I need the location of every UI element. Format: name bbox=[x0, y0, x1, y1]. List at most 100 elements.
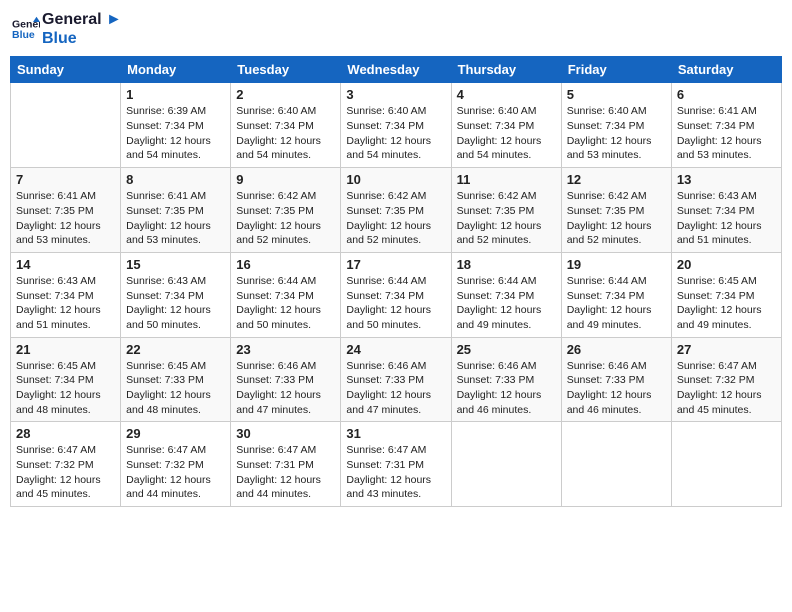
day-info: Sunrise: 6:44 AM Sunset: 7:34 PM Dayligh… bbox=[457, 274, 556, 333]
day-info: Sunrise: 6:45 AM Sunset: 7:34 PM Dayligh… bbox=[677, 274, 776, 333]
day-info: Sunrise: 6:39 AM Sunset: 7:34 PM Dayligh… bbox=[126, 104, 225, 163]
calendar-cell bbox=[11, 83, 121, 168]
week-row-1: 7Sunrise: 6:41 AM Sunset: 7:35 PM Daylig… bbox=[11, 168, 782, 253]
day-number: 31 bbox=[346, 426, 445, 441]
calendar-cell: 18 Sunrise: 6:44 AM Sunset: 7:34 PM Dayli… bbox=[451, 252, 561, 337]
day-number: 17 bbox=[346, 257, 445, 272]
col-header-tuesday: Tuesday bbox=[231, 57, 341, 83]
calendar-cell bbox=[451, 422, 561, 507]
day-info: Sunrise: 6:42 AM Sunset: 7:35 PM Dayligh… bbox=[236, 189, 335, 248]
calendar-cell: 17Sunrise: 6:44 AM Sunset: 7:34 PM Dayli… bbox=[341, 252, 451, 337]
calendar-cell: 12Sunrise: 6:42 AM Sunset: 7:35 PM Dayli… bbox=[561, 168, 671, 253]
day-info: Sunrise: 6:40 AM Sunset: 7:34 PM Dayligh… bbox=[457, 104, 556, 163]
day-info: Sunrise: 6:43 AM Sunset: 7:34 PM Dayligh… bbox=[126, 274, 225, 333]
day-number: 25 bbox=[457, 342, 556, 357]
day-number: 29 bbox=[126, 426, 225, 441]
calendar-cell: 11 Sunrise: 6:42 AM Sunset: 7:35 PM Dayli… bbox=[451, 168, 561, 253]
calendar-cell: 1Sunrise: 6:39 AM Sunset: 7:34 PM Daylig… bbox=[121, 83, 231, 168]
day-info: Sunrise: 6:46 AM Sunset: 7:33 PM Dayligh… bbox=[457, 359, 556, 418]
col-header-thursday: Thursday bbox=[451, 57, 561, 83]
day-number: 13 bbox=[677, 172, 776, 187]
day-info: Sunrise: 6:43 AM Sunset: 7:34 PM Dayligh… bbox=[16, 274, 115, 333]
calendar-cell: 22 Sunrise: 6:45 AM Sunset: 7:33 PM Dayli… bbox=[121, 337, 231, 422]
day-info: Sunrise: 6:40 AM Sunset: 7:34 PM Dayligh… bbox=[236, 104, 335, 163]
day-number: 9 bbox=[236, 172, 335, 187]
calendar-cell: 2 Sunrise: 6:40 AM Sunset: 7:34 PM Daylig… bbox=[231, 83, 341, 168]
week-row-4: 28 Sunrise: 6:47 AM Sunset: 7:32 PM Dayli… bbox=[11, 422, 782, 507]
day-number: 27 bbox=[677, 342, 776, 357]
day-number: 2 bbox=[236, 87, 335, 102]
calendar-cell: 23 Sunrise: 6:46 AM Sunset: 7:33 PM Dayli… bbox=[231, 337, 341, 422]
day-number: 19 bbox=[567, 257, 666, 272]
calendar-cell bbox=[561, 422, 671, 507]
day-number: 21 bbox=[16, 342, 115, 357]
calendar-cell: 15 Sunrise: 6:43 AM Sunset: 7:34 PM Dayli… bbox=[121, 252, 231, 337]
col-header-wednesday: Wednesday bbox=[341, 57, 451, 83]
week-row-2: 14Sunrise: 6:43 AM Sunset: 7:34 PM Dayli… bbox=[11, 252, 782, 337]
logo-text-general: General ► bbox=[42, 10, 122, 29]
day-number: 24 bbox=[346, 342, 445, 357]
calendar-cell: 9 Sunrise: 6:42 AM Sunset: 7:35 PM Daylig… bbox=[231, 168, 341, 253]
calendar-cell: 31 Sunrise: 6:47 AM Sunset: 7:31 PM Dayli… bbox=[341, 422, 451, 507]
day-info: Sunrise: 6:46 AM Sunset: 7:33 PM Dayligh… bbox=[236, 359, 335, 418]
day-info: Sunrise: 6:42 AM Sunset: 7:35 PM Dayligh… bbox=[457, 189, 556, 248]
day-number: 6 bbox=[677, 87, 776, 102]
day-info: Sunrise: 6:45 AM Sunset: 7:34 PM Dayligh… bbox=[16, 359, 115, 418]
header: General Blue General ► Blue bbox=[10, 10, 782, 48]
calendar-cell: 7Sunrise: 6:41 AM Sunset: 7:35 PM Daylig… bbox=[11, 168, 121, 253]
logo: General Blue General ► Blue bbox=[10, 10, 122, 48]
day-info: Sunrise: 6:47 AM Sunset: 7:32 PM Dayligh… bbox=[126, 443, 225, 502]
calendar-cell: 20 Sunrise: 6:45 AM Sunset: 7:34 PM Dayli… bbox=[671, 252, 781, 337]
calendar-cell: 26 Sunrise: 6:46 AM Sunset: 7:33 PM Dayli… bbox=[561, 337, 671, 422]
calendar-cell: 6 Sunrise: 6:41 AM Sunset: 7:34 PM Daylig… bbox=[671, 83, 781, 168]
calendar-cell: 8 Sunrise: 6:41 AM Sunset: 7:35 PM Daylig… bbox=[121, 168, 231, 253]
day-number: 30 bbox=[236, 426, 335, 441]
day-info: Sunrise: 6:47 AM Sunset: 7:31 PM Dayligh… bbox=[236, 443, 335, 502]
day-info: Sunrise: 6:41 AM Sunset: 7:34 PM Dayligh… bbox=[677, 104, 776, 163]
week-row-3: 21 Sunrise: 6:45 AM Sunset: 7:34 PM Dayli… bbox=[11, 337, 782, 422]
day-number: 15 bbox=[126, 257, 225, 272]
day-number: 16 bbox=[236, 257, 335, 272]
calendar-cell: 16 Sunrise: 6:44 AM Sunset: 7:34 PM Dayli… bbox=[231, 252, 341, 337]
day-info: Sunrise: 6:47 AM Sunset: 7:31 PM Dayligh… bbox=[346, 443, 445, 502]
col-header-sunday: Sunday bbox=[11, 57, 121, 83]
day-info: Sunrise: 6:44 AM Sunset: 7:34 PM Dayligh… bbox=[567, 274, 666, 333]
svg-text:Blue: Blue bbox=[12, 29, 35, 41]
calendar-cell: 19 Sunrise: 6:44 AM Sunset: 7:34 PM Dayli… bbox=[561, 252, 671, 337]
col-header-friday: Friday bbox=[561, 57, 671, 83]
day-number: 20 bbox=[677, 257, 776, 272]
day-info: Sunrise: 6:42 AM Sunset: 7:35 PM Dayligh… bbox=[346, 189, 445, 248]
day-info: Sunrise: 6:47 AM Sunset: 7:32 PM Dayligh… bbox=[16, 443, 115, 502]
calendar-cell bbox=[671, 422, 781, 507]
day-number: 18 bbox=[457, 257, 556, 272]
day-number: 5 bbox=[567, 87, 666, 102]
day-number: 28 bbox=[16, 426, 115, 441]
day-number: 11 bbox=[457, 172, 556, 187]
day-info: Sunrise: 6:47 AM Sunset: 7:32 PM Dayligh… bbox=[677, 359, 776, 418]
day-number: 10 bbox=[346, 172, 445, 187]
calendar-cell: 25 Sunrise: 6:46 AM Sunset: 7:33 PM Dayli… bbox=[451, 337, 561, 422]
calendar-cell: 29 Sunrise: 6:47 AM Sunset: 7:32 PM Dayli… bbox=[121, 422, 231, 507]
calendar-cell: 3Sunrise: 6:40 AM Sunset: 7:34 PM Daylig… bbox=[341, 83, 451, 168]
day-info: Sunrise: 6:42 AM Sunset: 7:35 PM Dayligh… bbox=[567, 189, 666, 248]
day-info: Sunrise: 6:44 AM Sunset: 7:34 PM Dayligh… bbox=[236, 274, 335, 333]
calendar-cell: 5 Sunrise: 6:40 AM Sunset: 7:34 PM Daylig… bbox=[561, 83, 671, 168]
day-info: Sunrise: 6:45 AM Sunset: 7:33 PM Dayligh… bbox=[126, 359, 225, 418]
day-info: Sunrise: 6:46 AM Sunset: 7:33 PM Dayligh… bbox=[346, 359, 445, 418]
logo-text-blue: Blue bbox=[42, 29, 122, 48]
day-info: Sunrise: 6:46 AM Sunset: 7:33 PM Dayligh… bbox=[567, 359, 666, 418]
calendar-cell: 24 Sunrise: 6:46 AM Sunset: 7:33 PM Dayli… bbox=[341, 337, 451, 422]
day-number: 8 bbox=[126, 172, 225, 187]
col-header-monday: Monday bbox=[121, 57, 231, 83]
day-info: Sunrise: 6:41 AM Sunset: 7:35 PM Dayligh… bbox=[126, 189, 225, 248]
day-number: 4 bbox=[457, 87, 556, 102]
day-info: Sunrise: 6:41 AM Sunset: 7:35 PM Dayligh… bbox=[16, 189, 115, 248]
day-number: 26 bbox=[567, 342, 666, 357]
day-number: 23 bbox=[236, 342, 335, 357]
day-info: Sunrise: 6:40 AM Sunset: 7:34 PM Dayligh… bbox=[567, 104, 666, 163]
day-number: 22 bbox=[126, 342, 225, 357]
calendar-cell: 14Sunrise: 6:43 AM Sunset: 7:34 PM Dayli… bbox=[11, 252, 121, 337]
header-row: SundayMondayTuesdayWednesdayThursdayFrid… bbox=[11, 57, 782, 83]
logo-icon: General Blue bbox=[12, 15, 40, 43]
day-info: Sunrise: 6:40 AM Sunset: 7:34 PM Dayligh… bbox=[346, 104, 445, 163]
